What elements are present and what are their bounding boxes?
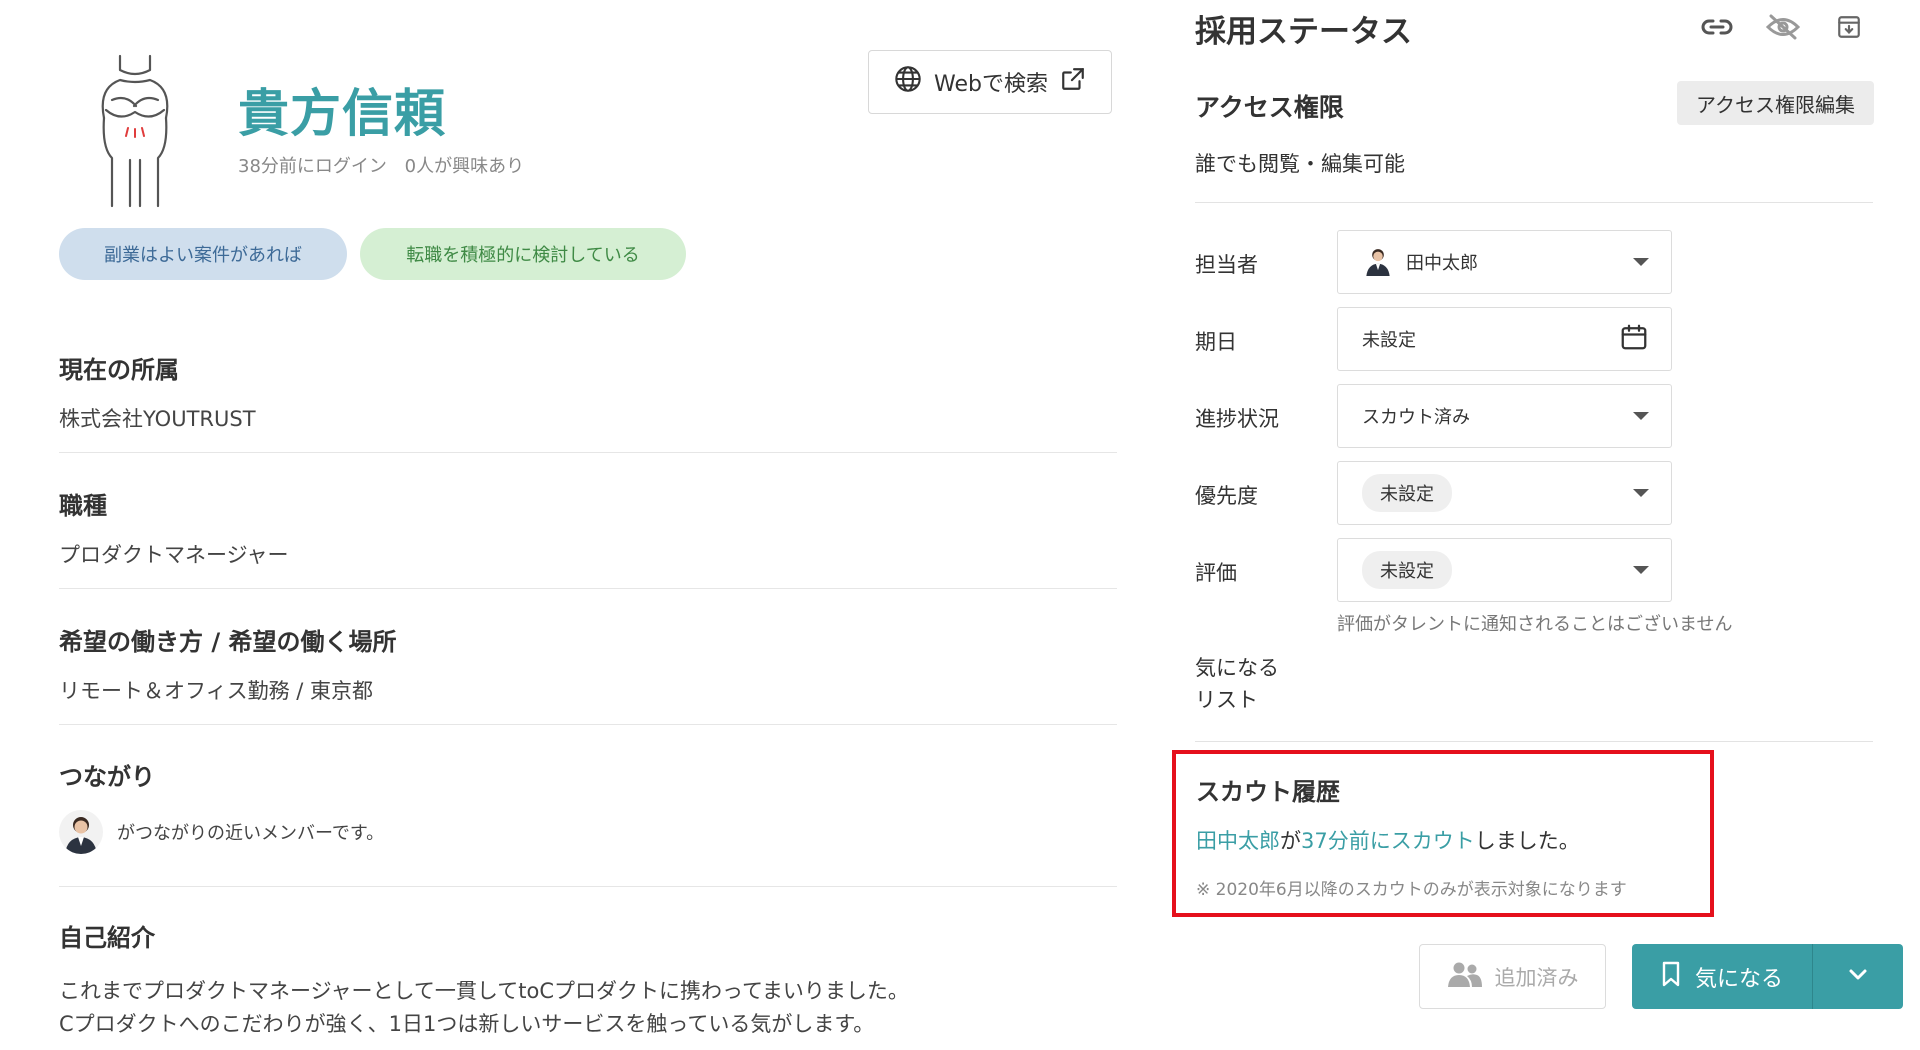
work-style-title: 希望の働き方 / 希望の働く場所 — [59, 628, 397, 656]
profile-meta: 38分前にログイン 0人が興味あり — [238, 152, 524, 178]
added-label: 追加済み — [1494, 965, 1579, 990]
job-change-tag: 転職を積極的に検討している — [360, 228, 686, 280]
bookmark-icon — [1661, 961, 1681, 993]
external-link-icon — [1060, 66, 1086, 98]
intro-text: これまでプロダクトマネージャーとして一貫してtoCプロダクトに携わってまいりまし… — [59, 975, 1117, 1041]
rating-value: 未設定 — [1362, 551, 1452, 589]
divider — [59, 588, 1117, 589]
web-search-button[interactable]: Webで検索 — [868, 50, 1112, 114]
users-icon — [1447, 960, 1483, 993]
watch-dropdown-toggle[interactable] — [1813, 944, 1903, 1009]
access-edit-button[interactable]: アクセス権限編集 — [1677, 81, 1874, 125]
connection-row: がつながりの近いメンバーです。 — [59, 810, 1117, 854]
caret-down-icon — [1633, 412, 1649, 420]
profile-avatar-illustration — [80, 48, 190, 208]
job-type-title: 職種 — [59, 492, 107, 520]
scout-user-link[interactable]: 田中太郎 — [1196, 829, 1280, 853]
affiliation-title: 現在の所属 — [59, 356, 179, 384]
rating-select[interactable]: 未設定 — [1337, 538, 1672, 602]
intro-line: これまでプロダクトマネージャーとして一貫してtoCプロダクトに携わってまいりまし… — [59, 979, 909, 1003]
connection-text: がつながりの近いメンバーです。 — [117, 823, 385, 844]
watch-label: 気になる — [1694, 966, 1783, 992]
connections-section: つながり がつながりの近いメンバーです。 — [59, 757, 1117, 854]
divider — [59, 452, 1117, 453]
eye-off-icon[interactable] — [1766, 12, 1800, 42]
intro-section: 自己紹介 これまでプロダクトマネージャーとして一貫してtoCプロダクトに携わって… — [59, 918, 1117, 1041]
chevron-down-icon — [1848, 967, 1868, 986]
caret-down-icon — [1633, 489, 1649, 497]
watch-list-label: 気になる リスト — [1195, 652, 1279, 716]
access-value: 誰でも閲覧・編集可能 — [1195, 152, 1405, 176]
scout-particle: が — [1280, 829, 1301, 853]
connection-avatar[interactable] — [59, 810, 103, 854]
scout-history-box: スカウト履歴 田中太郎が37分前にスカウトしました。 ※ 2020年6月以降のス… — [1172, 750, 1714, 917]
connections-title: つながり — [59, 763, 155, 791]
scout-history-title: スカウト履歴 — [1196, 778, 1340, 806]
assignee-select[interactable]: 田中太郎 — [1337, 230, 1672, 294]
caret-down-icon — [1633, 258, 1649, 266]
status-toolbar — [1700, 12, 1866, 42]
link-icon[interactable] — [1700, 12, 1734, 42]
scout-time-link[interactable]: 37分前にスカウト — [1301, 829, 1475, 853]
affiliation-value: 株式会社YOUTRUST — [59, 407, 256, 431]
divider — [1195, 741, 1873, 742]
recruitment-status-title: 採用ステータス — [1195, 14, 1412, 50]
divider — [59, 886, 1117, 887]
work-style-value: リモート＆オフィス勤務 / 東京都 — [59, 679, 374, 703]
caret-down-icon — [1633, 566, 1649, 574]
watch-list-label-line: 気になる — [1195, 656, 1279, 680]
watch-button[interactable]: 気になる — [1632, 944, 1812, 1009]
calendar-icon[interactable] — [1619, 322, 1649, 357]
web-search-label: Webで検索 — [934, 72, 1048, 97]
progress-value: スカウト済み — [1362, 407, 1470, 428]
scout-history-line: 田中太郎が37分前にスカウトしました。 — [1196, 825, 1690, 855]
priority-value: 未設定 — [1362, 474, 1452, 512]
watch-list-label-line: リスト — [1195, 688, 1258, 712]
work-style-section: 希望の働き方 / 希望の働く場所 リモート＆オフィス勤務 / 東京都 — [59, 622, 1117, 705]
intro-title: 自己紹介 — [59, 924, 155, 952]
due-date-picker[interactable]: 未設定 — [1337, 307, 1672, 371]
profile-name: 貴方信頼 — [238, 85, 447, 144]
side-job-tag: 副業はよい案件があれば — [59, 228, 347, 280]
job-type-value: プロダクトマネージャー — [59, 543, 289, 567]
watch-button-group: 気になる — [1632, 944, 1903, 1009]
scout-history-note: ※ 2020年6月以降のスカウトのみが表示対象になります — [1196, 880, 1627, 900]
affiliation-section: 現在の所属 株式会社YOUTRUST — [59, 350, 1117, 433]
priority-label: 優先度 — [1195, 484, 1258, 508]
divider — [59, 724, 1117, 725]
scout-suffix: しました。 — [1474, 829, 1580, 853]
progress-select[interactable]: スカウト済み — [1337, 384, 1672, 448]
assignee-label: 担当者 — [1195, 253, 1258, 277]
access-title: アクセス権限 — [1195, 93, 1344, 122]
job-type-section: 職種 プロダクトマネージャー — [59, 486, 1117, 569]
intro-line: Cプロダクトへのこだわりが強く、1日1つは新しいサービスを触っている気がします。 — [59, 1012, 875, 1036]
assignee-value: 田中太郎 — [1406, 253, 1478, 274]
globe-icon — [894, 65, 922, 99]
due-date-value: 未設定 — [1362, 330, 1416, 351]
archive-icon[interactable] — [1832, 12, 1866, 42]
rating-label: 評価 — [1195, 561, 1237, 585]
priority-select[interactable]: 未設定 — [1337, 461, 1672, 525]
assignee-avatar — [1362, 244, 1394, 281]
progress-label: 進捗状況 — [1195, 407, 1279, 431]
last-login-text: 38分前にログイン — [238, 156, 387, 177]
due-date-label: 期日 — [1195, 330, 1237, 354]
divider — [1195, 202, 1873, 203]
interest-count-text: 0人が興味あり — [404, 156, 525, 177]
added-button[interactable]: 追加済み — [1419, 944, 1606, 1009]
rating-note: 評価がタレントに通知されることはございません — [1337, 614, 1733, 635]
